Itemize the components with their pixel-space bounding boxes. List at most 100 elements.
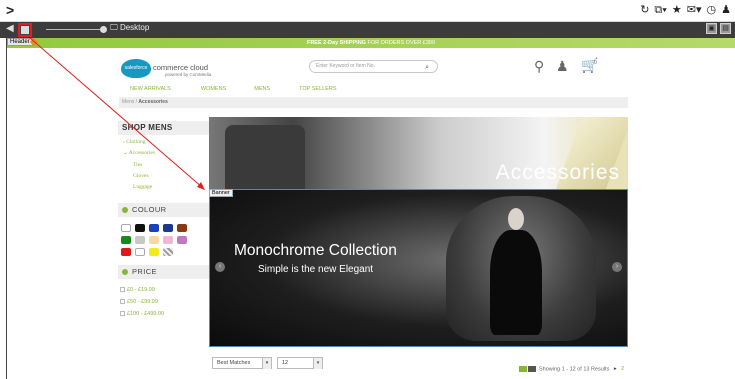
browser-toolbar: > ↻ ⧉▾ ★ ✉▾ ◷ ♟ <box>0 0 735 22</box>
banner-subline: Simple is the new Elegant <box>258 264 374 275</box>
swatch[interactable] <box>121 224 131 232</box>
grid-view-icon[interactable] <box>519 366 527 372</box>
swatch[interactable] <box>121 248 131 256</box>
category-clothing[interactable]: › Clothing <box>123 139 145 145</box>
subcategory-ties[interactable]: Ties <box>133 162 142 168</box>
search-input[interactable]: Enter Keyword or Item No. ⌕ <box>309 60 438 73</box>
brand-name: commerce cloud <box>153 63 209 72</box>
brand-subtitle: powered by ComMedia <box>165 72 212 77</box>
swatch[interactable] <box>163 248 173 256</box>
checkbox[interactable] <box>120 287 125 293</box>
nav-mens[interactable]: MENS <box>254 86 270 92</box>
checkbox[interactable] <box>120 311 125 317</box>
swatch[interactable] <box>121 236 131 244</box>
shop-mens-heading: SHOP MENS <box>118 121 209 135</box>
search-icon[interactable]: ⌕ <box>425 62 429 73</box>
device-label: 🖵 Desktop <box>110 23 150 32</box>
swatch[interactable] <box>149 224 159 232</box>
profile-icon[interactable]: ♟ <box>721 3 731 17</box>
breadcrumb: Mens / Accessories <box>119 97 628 108</box>
list-view-icon[interactable] <box>528 366 536 372</box>
carousel-prev-button[interactable]: ‹ <box>215 262 225 272</box>
checkbox[interactable] <box>120 299 125 305</box>
category-prefix: › <box>123 139 125 145</box>
banner-tag[interactable]: Banner <box>209 189 233 197</box>
hero-banner[interactable]: Monochrome Collection Simple is the new … <box>209 189 628 347</box>
results-bar: Showing 1 - 12 of 13 Results ▸ 2 <box>519 366 624 372</box>
banner-headline: Monochrome Collection <box>234 242 397 259</box>
price-label: £0 - £19.99 <box>127 287 155 293</box>
category-label: Accessories <box>128 150 155 156</box>
external-link-icon[interactable]: ⧉▾ <box>654 3 666 17</box>
device-slider-track[interactable] <box>46 29 104 30</box>
account-icon[interactable]: ♟ <box>556 58 569 75</box>
model-face <box>508 208 524 230</box>
swatch[interactable] <box>177 236 187 244</box>
clock-icon[interactable]: ◷ <box>707 3 717 17</box>
next-page-number[interactable]: 2 <box>621 366 624 372</box>
model-image <box>490 230 542 335</box>
star-icon[interactable]: ★ <box>672 3 682 17</box>
preview-toolbar: ◀ 🖵 Desktop ▣ ▤ <box>0 22 735 38</box>
promo-rest: FOR ORDERS OVER £300 <box>365 40 436 46</box>
swatch[interactable] <box>149 236 159 244</box>
price-filter-2[interactable]: £100 - £499.00 <box>120 311 164 317</box>
refresh-icon[interactable]: ↻ <box>640 3 649 17</box>
price-filter-1[interactable]: £50 - £99.99 <box>120 299 158 305</box>
store-locator-icon[interactable]: ⚲ <box>534 58 544 75</box>
swatch[interactable] <box>163 236 173 244</box>
swatch[interactable] <box>149 248 159 256</box>
sort-select[interactable]: Best Matches ▾ <box>212 357 272 369</box>
category-accessories[interactable]: ⌄ Accessories <box>123 150 155 156</box>
price-label: £50 - £99.99 <box>127 299 158 305</box>
bag-image <box>225 125 305 189</box>
chevron-down-icon: ▾ <box>262 358 271 369</box>
nav-new-arrivals[interactable]: NEW ARRIVALS <box>130 86 171 92</box>
subcategory-gloves[interactable]: Gloves <box>133 173 149 179</box>
browser-toolbar-icons: ↻ ⧉▾ ★ ✉▾ ◷ ♟ <box>640 3 731 17</box>
nav-top-sellers[interactable]: TOP SELLERS <box>299 86 336 92</box>
main-nav: NEW ARRIVALS WOMENS MENS TOP SELLERS <box>130 86 337 92</box>
colour-bullet-icon <box>122 207 128 213</box>
salesforce-logo[interactable]: salesforce <box>121 59 151 78</box>
swatch[interactable] <box>135 224 145 232</box>
sort-selected: Best Matches <box>217 360 251 366</box>
breadcrumb-current: Accessories <box>138 99 168 105</box>
price-heading-text: PRICE <box>132 267 157 276</box>
carousel-next-button[interactable]: › <box>612 262 622 272</box>
swatch[interactable] <box>135 248 145 256</box>
swatch[interactable] <box>163 224 173 232</box>
colour-heading-text: COLOUR <box>132 205 167 214</box>
category-banner: Accessories <box>209 117 628 189</box>
price-bullet-icon <box>122 269 128 275</box>
colour-heading[interactable]: COLOUR <box>118 203 209 217</box>
colour-swatches <box>121 224 201 256</box>
preview-toolbar-icons: ▣ ▤ <box>706 23 731 34</box>
subcategory-luggage[interactable]: Luggage <box>133 184 152 190</box>
cart-count: 0 <box>594 60 597 66</box>
breadcrumb-root[interactable]: Mens <box>122 99 134 105</box>
chevron-down-icon: ▾ <box>313 358 322 369</box>
search-placeholder: Enter Keyword or Item No. <box>316 63 375 69</box>
swatch[interactable] <box>177 224 187 232</box>
nav-womens[interactable]: WOMENS <box>201 86 226 92</box>
category-label: Clothing <box>126 139 146 145</box>
back-arrow-icon[interactable]: ◀ <box>6 23 14 34</box>
page-size-select[interactable]: 12 ▾ <box>277 357 323 369</box>
desktop-view-icon[interactable]: ▤ <box>720 23 731 34</box>
promo-bold: FREE 2-Day SHIPPING <box>306 40 366 46</box>
device-label-text: Desktop <box>119 23 150 32</box>
promo-bar: FREE 2-Day SHIPPING FOR ORDERS OVER £300 <box>7 38 735 48</box>
price-filter-0[interactable]: £0 - £19.99 <box>120 287 155 293</box>
price-heading[interactable]: PRICE <box>118 265 209 279</box>
swatch[interactable] <box>135 236 145 244</box>
page-mode-icon <box>21 26 29 34</box>
expand-chevron-icon[interactable]: > <box>6 2 14 18</box>
next-page-arrow[interactable]: ▸ <box>614 366 617 372</box>
tablet-view-icon[interactable]: ▣ <box>706 23 717 34</box>
category-prefix: ⌄ <box>123 150 128 156</box>
device-slider-handle[interactable] <box>100 26 107 33</box>
email-icon[interactable]: ✉▾ <box>687 3 702 17</box>
category-banner-title: Accessories <box>495 161 620 184</box>
page-size-selected: 12 <box>282 360 289 366</box>
